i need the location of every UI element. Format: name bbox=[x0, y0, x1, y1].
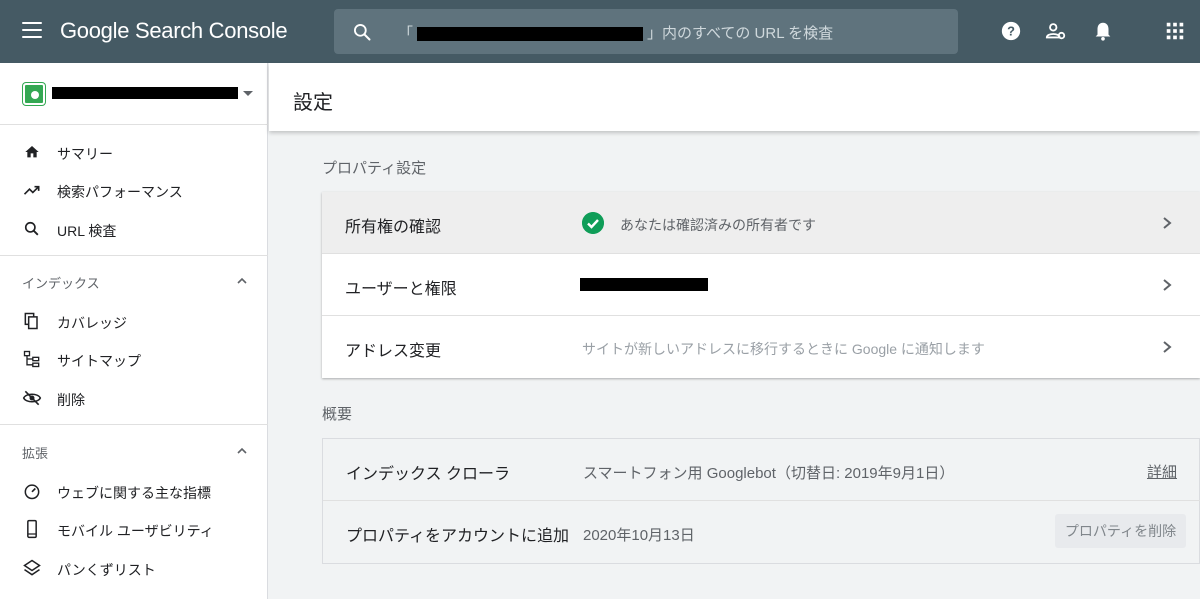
row-label: アドレス変更 bbox=[345, 343, 442, 360]
settings-row-users[interactable]: ユーザーと権限 bbox=[322, 254, 1200, 316]
divider bbox=[0, 255, 268, 256]
sidebar-item-breadcrumbs[interactable]: パンくずリスト bbox=[0, 549, 268, 587]
url-inspect-search[interactable]: 「 」内のすべての URL を検査 bbox=[334, 9, 958, 54]
sidebar-item-sitemaps[interactable]: サイトマップ bbox=[0, 340, 268, 378]
user-settings-icon[interactable] bbox=[1045, 20, 1067, 42]
sidebar-item-label: サイトマップ bbox=[57, 353, 141, 369]
sidebar-item-mobile-usability[interactable]: モバイル ユーザビリティ bbox=[0, 510, 268, 548]
chevron-up-icon bbox=[237, 447, 247, 454]
search-icon bbox=[354, 24, 371, 41]
details-link[interactable]: 詳細 bbox=[1147, 461, 1177, 482]
property-selector[interactable] bbox=[0, 63, 268, 125]
added-date: 2020年10月13日 bbox=[583, 527, 695, 544]
search-suffix: 」内のすべての URL を検査 bbox=[647, 25, 834, 42]
sidebar-item-label: URL 検査 bbox=[57, 223, 117, 239]
layers-icon bbox=[23, 559, 41, 576]
ownership-status: あなたは確認済みの所有者です bbox=[620, 217, 816, 233]
search-icon bbox=[24, 221, 39, 236]
divider bbox=[0, 424, 268, 425]
section-index-toggle[interactable]: インデックス bbox=[0, 263, 268, 299]
apps-grid-icon[interactable] bbox=[1164, 20, 1186, 42]
svg-text:?: ? bbox=[1007, 24, 1015, 39]
sidebar-item-removals[interactable]: 削除 bbox=[0, 379, 268, 417]
row-label: プロパティをアカウントに追加 bbox=[346, 528, 570, 545]
overview-card: インデックス クローラ スマートフォン用 Googlebot（切替日: 2019… bbox=[322, 438, 1200, 564]
sidebar-item-label: 検索パフォーマンス bbox=[57, 184, 183, 200]
sidebar-item-label: ウェブに関する主な指標 bbox=[57, 485, 211, 501]
redacted-user bbox=[580, 278, 708, 291]
menu-icon[interactable] bbox=[22, 22, 42, 40]
row-label: 所有権の確認 bbox=[345, 219, 442, 236]
sidebar-item-core-web-vitals[interactable]: ウェブに関する主な指標 bbox=[0, 472, 268, 510]
row-label: ユーザーと権限 bbox=[345, 281, 457, 298]
trending-up-icon bbox=[23, 185, 40, 195]
change-address-description: サイトが新しいアドレスに移行するときに Google に通知します bbox=[582, 341, 985, 357]
section-title: インデックス bbox=[22, 276, 100, 291]
sidebar-item-label: サマリー bbox=[57, 146, 113, 162]
help-icon[interactable]: ? bbox=[1000, 20, 1022, 42]
redacted-property-name bbox=[52, 87, 238, 99]
sidebar-item-label: パンくずリスト bbox=[57, 562, 156, 578]
remove-property-button[interactable]: プロパティを削除 bbox=[1055, 514, 1186, 548]
overview-heading: 概要 bbox=[322, 406, 353, 423]
section-enhancements-toggle[interactable]: 拡張 bbox=[0, 433, 268, 469]
sidebar-item-label: 削除 bbox=[57, 392, 85, 408]
dropdown-arrow-icon bbox=[243, 91, 253, 96]
sidebar-item-performance[interactable]: 検索パフォーマンス bbox=[0, 171, 268, 209]
copy-icon bbox=[24, 312, 38, 330]
section-title: 拡張 bbox=[22, 446, 49, 461]
overview-row-added: プロパティをアカウントに追加 2020年10月13日 プロパティを削除 bbox=[323, 501, 1200, 563]
chevron-up-icon bbox=[237, 277, 247, 284]
overview-row-crawler: インデックス クローラ スマートフォン用 Googlebot（切替日: 2019… bbox=[323, 439, 1200, 501]
smartphone-icon bbox=[27, 519, 37, 539]
home-icon bbox=[25, 146, 39, 158]
crawler-value: スマートフォン用 Googlebot（切替日: 2019年9月1日） bbox=[583, 465, 955, 482]
row-label: インデックス クローラ bbox=[346, 466, 510, 483]
sidebar-item-label: モバイル ユーザビリティ bbox=[57, 523, 214, 539]
page-header: 設定 bbox=[269, 63, 1200, 131]
gauge-icon bbox=[24, 484, 40, 500]
redacted-domain bbox=[417, 27, 644, 42]
sidebar: サマリー 検索パフォーマンス URL 検査 インデックス カバレッジ サイトマッ… bbox=[0, 63, 268, 599]
settings-row-ownership[interactable]: 所有権の確認 あなたは確認済みの所有者です bbox=[322, 192, 1200, 254]
top-app-bar: Google Search Console 「 」内のすべての URL を検査 ? bbox=[0, 0, 1200, 63]
sidebar-item-coverage[interactable]: カバレッジ bbox=[0, 302, 268, 340]
settings-row-change-address[interactable]: アドレス変更 サイトが新しいアドレスに移行するときに Google に通知します bbox=[322, 316, 1200, 378]
chevron-right-icon bbox=[1163, 279, 1172, 291]
page-title: 設定 bbox=[293, 92, 333, 114]
verified-check-icon bbox=[582, 212, 604, 234]
sidebar-item-summary[interactable]: サマリー bbox=[0, 133, 268, 171]
sidebar-item-label: カバレッジ bbox=[57, 315, 127, 331]
chevron-right-icon bbox=[1163, 217, 1172, 229]
app-logo[interactable]: Google Search Console bbox=[60, 18, 288, 44]
sitemap-icon bbox=[23, 350, 40, 368]
sidebar-item-url-inspection[interactable]: URL 検査 bbox=[0, 210, 268, 248]
search-prefix: 「 bbox=[398, 25, 414, 42]
chevron-right-icon bbox=[1163, 341, 1172, 353]
property-settings-card: 所有権の確認 あなたは確認済みの所有者です ユーザーと権限 アドレス変更 サイト… bbox=[322, 192, 1200, 378]
site-favicon bbox=[23, 83, 45, 105]
eye-off-icon bbox=[22, 390, 42, 406]
search-placeholder: 「 」内のすべての URL を検査 bbox=[398, 22, 833, 43]
property-settings-heading: プロパティ設定 bbox=[322, 160, 427, 177]
notifications-icon[interactable] bbox=[1092, 20, 1114, 42]
